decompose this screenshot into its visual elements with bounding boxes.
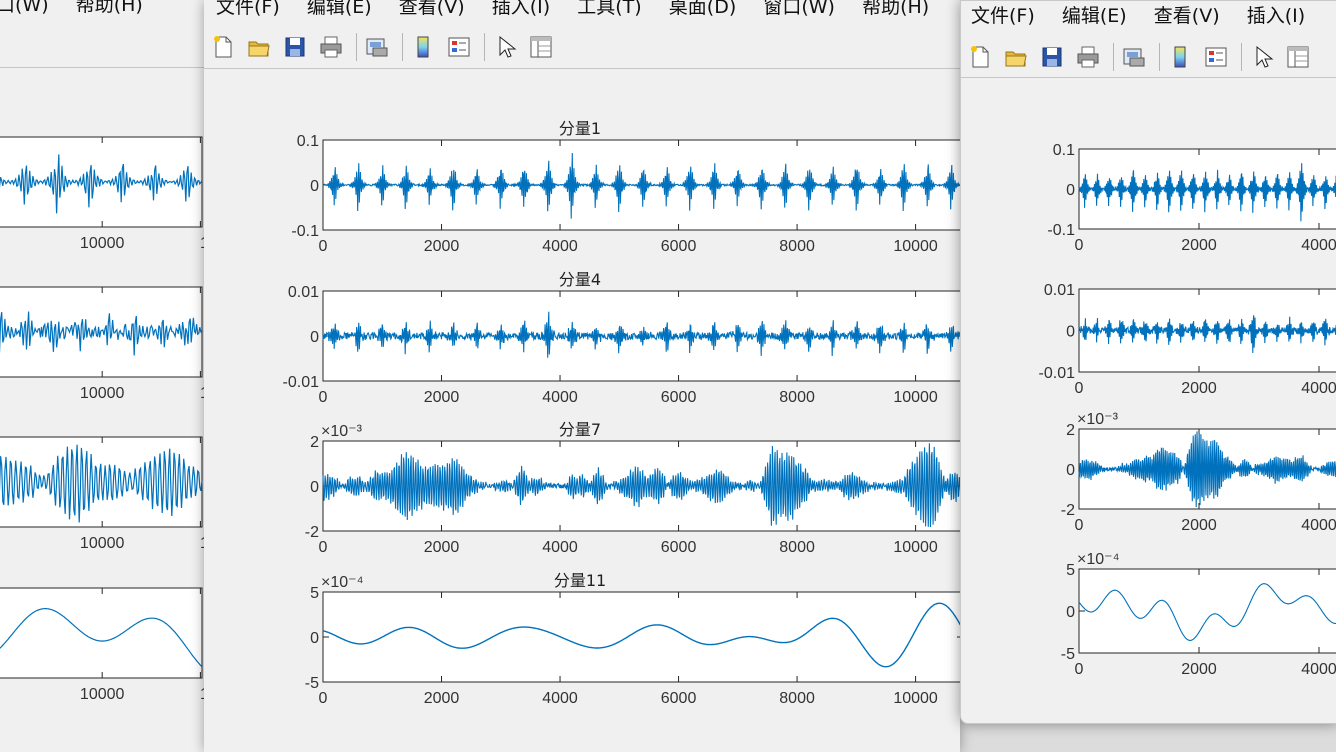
axes-middle-3: 20-20 2000 4000 6000 8000 10000分量7×10⁻³ (305, 420, 960, 556)
y-tick-label: 0 (310, 479, 319, 496)
x-tick-label: 10000 (893, 539, 938, 556)
x-tick-label: 2000 (424, 690, 460, 707)
axes-title: 分量11 (554, 571, 606, 590)
exponent-label: ×10⁻³ (321, 423, 363, 440)
axes-box (1078, 568, 1336, 654)
x-tick-label: 4000 (1301, 517, 1336, 534)
plot-area-right: 0.10-0.10 2000 40000.010-0.010 2000 400020-2… (1039, 142, 1336, 678)
axes-title: 分量4 (559, 270, 601, 289)
plot-area-middle: 0.10-0.10 2000 4000 6000 8000 10000分量10.010-0… (283, 119, 960, 707)
x-tick-label: 10000 (80, 385, 125, 402)
x-tick-label: 6000 (661, 389, 697, 406)
x-tick-label: 2000 (424, 238, 460, 255)
axes-right-2: 0.010-0.010 2000 4000 (1039, 282, 1336, 397)
x-tick-label: 0 (1075, 237, 1084, 254)
x-tick-label: 10000 (893, 389, 938, 406)
y-tick-label: -0.01 (1039, 365, 1076, 382)
x-tick-label: 0 (1075, 517, 1084, 534)
axes-left-1: 10000 (0, 136, 203, 252)
x-tick-label: 0 (319, 389, 328, 406)
y-tick-label: -0.1 (1047, 222, 1075, 239)
y-tick-label: 0.01 (288, 284, 319, 301)
y-tick-label: 0 (310, 630, 319, 647)
x-tick-label: 4000 (1301, 237, 1336, 254)
x-tick-label: 4000 (542, 238, 578, 255)
x-tick-label: 2000 (1181, 380, 1217, 397)
x-tick-label: 0 (319, 238, 328, 255)
y-tick-label: 0 (1066, 182, 1075, 199)
y-tick-label: 0 (310, 329, 319, 346)
axes-middle-1: 0.10-0.10 2000 4000 6000 8000 10000分量1 (291, 119, 960, 255)
axes-left-2: 10000 (0, 286, 203, 402)
y-tick-label: 0 (310, 178, 319, 195)
figure-window-right: 文件(F) 编辑(E) 查看(V) 插入(I) 0.1 0 -0.1 0 2000 400… (960, 0, 1336, 724)
y-tick-label: 0 (1066, 324, 1075, 341)
axes-left-4: 10000 (0, 587, 203, 703)
x-tick-label: 6000 (661, 539, 697, 556)
axes-middle-4: 50-50 2000 4000 6000 8000 10000分量11×10⁻⁴ (305, 571, 960, 707)
axes-title: 分量1 (559, 119, 601, 138)
x-tick-label: 10000 (893, 690, 938, 707)
x-tick-label: 6000 (661, 690, 697, 707)
axes-title: 分量7 (559, 420, 601, 439)
x-tick-label: 8000 (779, 238, 815, 255)
axes-box (0, 587, 203, 679)
exponent-label: ×10⁻⁴ (321, 574, 364, 591)
y-tick-label: 5 (310, 585, 319, 602)
x-tick-label: 2000 (424, 389, 460, 406)
y-tick-label: 5 (1066, 562, 1075, 579)
x-tick-label: 8000 (779, 389, 815, 406)
x-tick-label: 8000 (779, 690, 815, 707)
x-tick-label: 2000 (1181, 661, 1217, 678)
y-tick-label: -2 (305, 524, 319, 541)
y-tick-label: 0 (1066, 462, 1075, 479)
y-tick-label: 2 (1066, 422, 1075, 439)
x-tick-label: 0 (1075, 380, 1084, 397)
x-tick-label: 4000 (542, 389, 578, 406)
y-tick-label: 0.1 (1053, 142, 1075, 159)
x-tick-label: 0 (319, 539, 328, 556)
x-tick-label: 10000 (80, 535, 125, 552)
x-tick-label: 10000 (80, 235, 125, 252)
axes-left-3: 10000 (0, 436, 203, 552)
x-tick-label: 4000 (542, 690, 578, 707)
x-tick-label: 2000 (424, 539, 460, 556)
axes-box (322, 591, 960, 683)
y-tick-label: -0.1 (291, 223, 319, 240)
x-tick-label: 2000 (1181, 517, 1217, 534)
y-tick-label: 0.1 (297, 133, 319, 150)
x-tick-label: 4000 (1301, 661, 1336, 678)
axes-middle-2: 0.010-0.010 2000 4000 6000 8000 10000分量4 (283, 270, 960, 406)
axes-right-4: 50-50 2000 4000×10⁻⁴ (1061, 551, 1336, 678)
axes-right-1: 0.10-0.10 2000 4000 (1047, 142, 1336, 254)
y-tick-label: 0.01 (1044, 282, 1075, 299)
exponent-label: ×10⁻⁴ (1077, 551, 1120, 568)
plot-area-left: 100001100001100001100001 (0, 136, 204, 703)
y-tick-label: -0.01 (283, 374, 320, 391)
axes-right-3: 20-20 2000 4000×10⁻³ (1061, 411, 1336, 534)
figure-window-middle: 文件(F) 编辑(E) 查看(V) 插入(I) 工具(T) 桌面(D) 窗口(W… (204, 0, 960, 752)
x-tick-label: 8000 (779, 539, 815, 556)
y-tick-label: -5 (1061, 646, 1075, 663)
y-tick-label: 2 (310, 434, 319, 451)
x-tick-label: 4000 (1301, 380, 1336, 397)
x-tick-label: 0 (1075, 661, 1084, 678)
figure-window-left: 口(W) 帮助(H) 100001100001100001100001 (0, 0, 204, 752)
x-tick-label: 0 (319, 690, 328, 707)
x-tick-label: 4000 (542, 539, 578, 556)
y-tick-label: -2 (1061, 502, 1075, 519)
exponent-label: ×10⁻³ (1077, 411, 1119, 428)
y-tick-label: 0 (1066, 604, 1075, 621)
x-tick-label: 6000 (661, 238, 697, 255)
x-tick-label: 10000 (80, 686, 125, 703)
x-tick-label: 10000 (893, 238, 938, 255)
y-tick-label: -5 (305, 675, 319, 692)
x-tick-label: 2000 (1181, 237, 1217, 254)
